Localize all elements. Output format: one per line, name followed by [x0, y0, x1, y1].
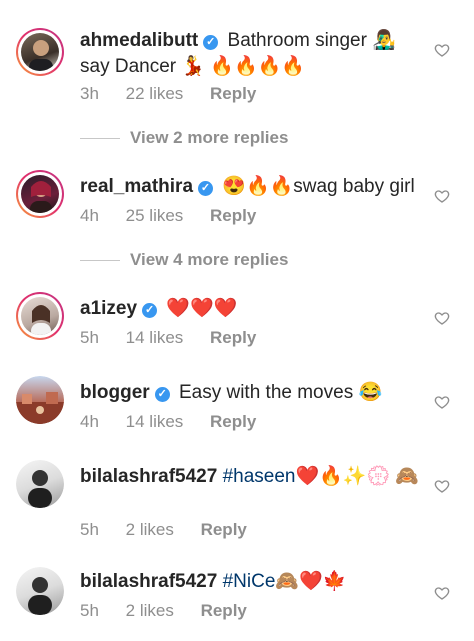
comment-body: 😍🔥🔥swag baby girl	[222, 176, 415, 197]
reply-button[interactable]: Reply	[210, 84, 256, 103]
comment-meta: 4h 25 likes Reply	[80, 206, 278, 226]
heart-outline-icon[interactable]	[434, 585, 450, 601]
comment-meta: 5h 14 likes Reply	[80, 328, 278, 348]
timestamp[interactable]: 4h	[80, 412, 99, 431]
timestamp[interactable]: 4h	[80, 206, 99, 225]
comment-meta: 3h 22 likes Reply	[80, 84, 278, 104]
avatar[interactable]	[16, 170, 64, 218]
likes-count[interactable]: 14 likes	[126, 328, 184, 347]
comment-meta: 5h 2 likes Reply	[80, 601, 269, 621]
verified-badge-icon	[203, 35, 219, 50]
heart-outline-icon[interactable]	[434, 394, 450, 410]
likes-count[interactable]: 2 likes	[126, 520, 174, 539]
likes-count[interactable]: 14 likes	[126, 412, 184, 431]
reply-button[interactable]: Reply	[210, 412, 256, 431]
avatar[interactable]	[16, 28, 64, 76]
comment-body: Easy with the moves 😂	[178, 382, 383, 403]
heart-outline-icon[interactable]	[434, 42, 450, 58]
timestamp[interactable]: 5h	[80, 328, 99, 347]
verified-badge-icon	[142, 303, 158, 318]
timestamp[interactable]: 3h	[80, 84, 99, 103]
avatar[interactable]	[16, 292, 64, 340]
comment-body: ❤️🔥✨💮 🙈	[295, 466, 420, 487]
view-more-replies[interactable]: View 4 more replies	[80, 250, 288, 270]
username[interactable]: ahmedalibutt	[80, 30, 198, 51]
view-more-label[interactable]: View 4 more replies	[130, 250, 288, 269]
heart-outline-icon[interactable]	[434, 310, 450, 326]
comment-text: ahmedalibutt Bathroom singer 👨‍🎤 say Dan…	[80, 28, 420, 80]
likes-count[interactable]: 2 likes	[126, 601, 174, 620]
username[interactable]: a1izey	[80, 298, 137, 319]
hashtag-link[interactable]: #NiCe	[223, 571, 276, 592]
comment-text: bilalashraf5427 #NiCe🙈❤️🍁	[80, 569, 420, 595]
verified-badge-icon	[198, 181, 214, 196]
heart-outline-icon[interactable]	[434, 188, 450, 204]
timestamp[interactable]: 5h	[80, 520, 99, 539]
reply-button[interactable]: Reply	[210, 328, 256, 347]
comment-text: real_mathira 😍🔥🔥swag baby girl	[80, 174, 420, 200]
comment-text: bilalashraf5427 #haseen❤️🔥✨💮 🙈	[80, 464, 420, 490]
avatar[interactable]	[16, 460, 64, 508]
username[interactable]: real_mathira	[80, 176, 193, 197]
avatar[interactable]	[16, 567, 64, 615]
reply-button[interactable]: Reply	[201, 601, 247, 620]
comment-meta: 5h 2 likes Reply	[80, 520, 269, 540]
divider	[80, 137, 120, 139]
view-more-label[interactable]: View 2 more replies	[130, 128, 288, 147]
view-more-replies[interactable]: View 2 more replies	[80, 128, 288, 148]
username[interactable]: bilalashraf5427	[80, 466, 217, 487]
comment-meta: 4h 14 likes Reply	[80, 412, 278, 432]
hashtag-link[interactable]: #haseen	[223, 466, 296, 487]
username[interactable]: bilalashraf5427	[80, 571, 217, 592]
reply-button[interactable]: Reply	[201, 520, 247, 539]
comment-body: ❤️❤️❤️	[166, 298, 238, 319]
comment-text: blogger Easy with the moves 😂	[80, 380, 420, 406]
username[interactable]: blogger	[80, 382, 150, 403]
verified-badge-icon	[154, 387, 170, 402]
timestamp[interactable]: 5h	[80, 601, 99, 620]
comment-text: a1izey ❤️❤️❤️	[80, 296, 420, 322]
reply-button[interactable]: Reply	[210, 206, 256, 225]
likes-count[interactable]: 22 likes	[126, 84, 184, 103]
likes-count[interactable]: 25 likes	[126, 206, 184, 225]
divider	[80, 259, 120, 261]
comment-body: 🙈❤️🍁	[275, 571, 347, 592]
heart-outline-icon[interactable]	[434, 478, 450, 494]
avatar[interactable]	[16, 376, 64, 424]
